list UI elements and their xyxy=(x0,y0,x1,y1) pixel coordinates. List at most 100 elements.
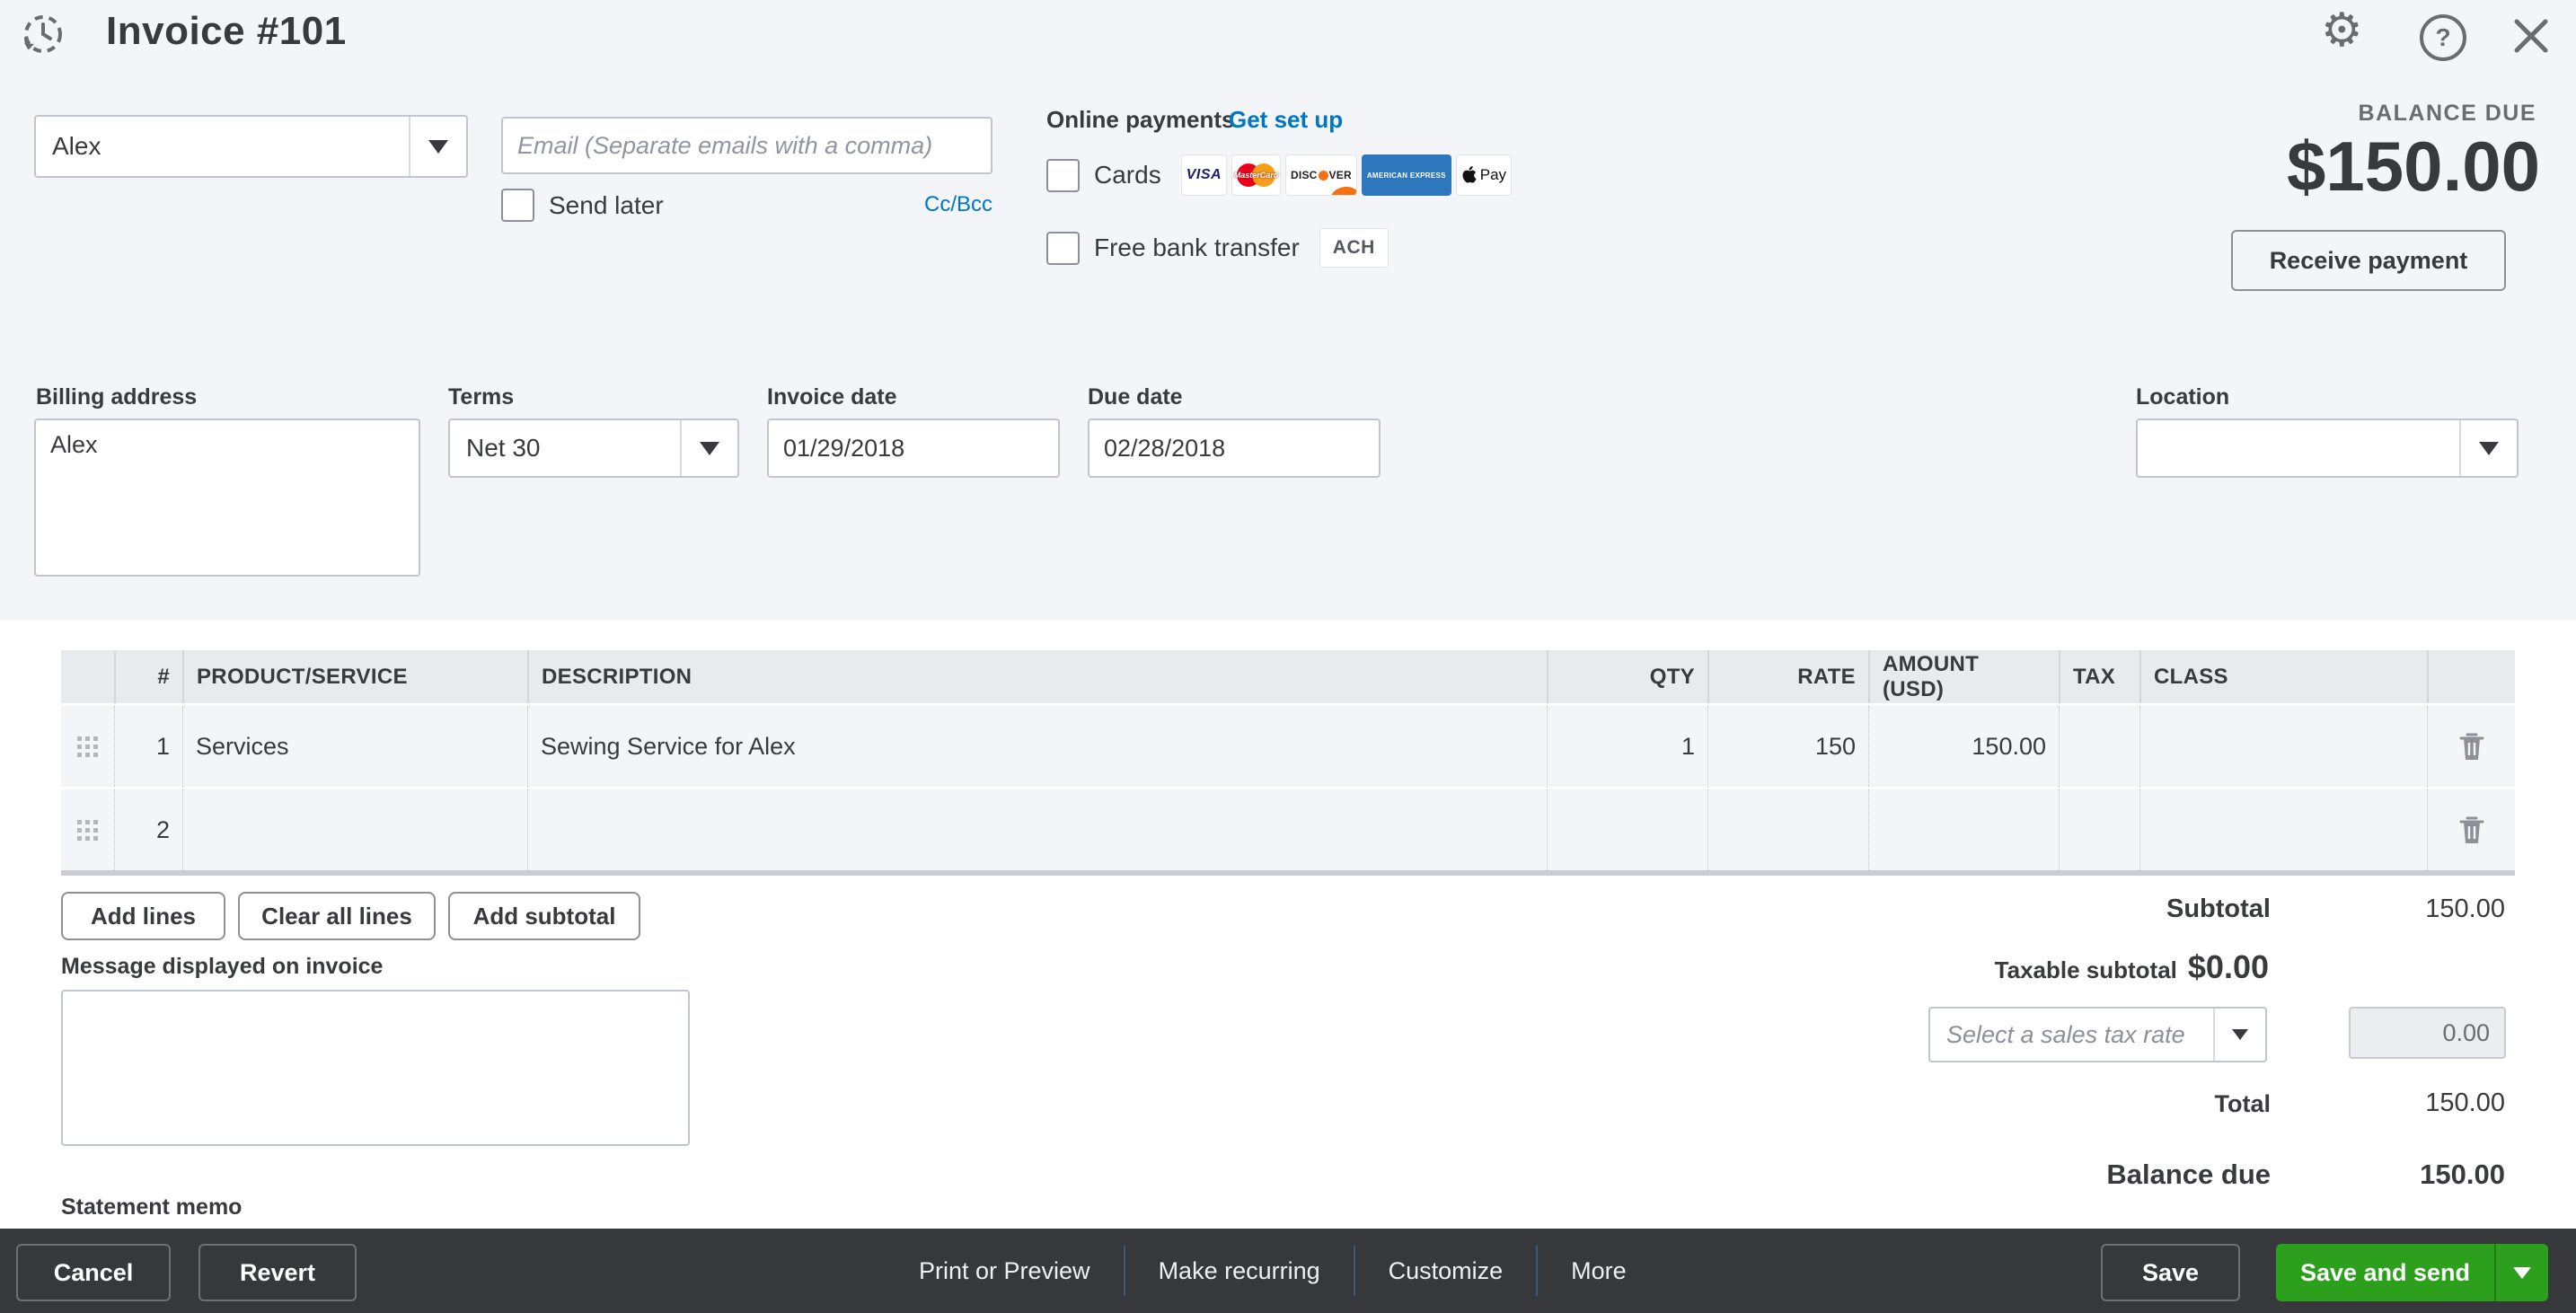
print-or-preview-button[interactable]: Print or Preview xyxy=(886,1257,1124,1285)
ach-badge: ACH xyxy=(1319,228,1389,268)
send-later-label: Send later xyxy=(549,191,664,220)
sales-tax-select[interactable]: Select a sales tax rate xyxy=(1928,1007,2267,1062)
balance-due-caption: BALANCE DUE xyxy=(2359,101,2536,127)
clear-all-lines-button[interactable]: Clear all lines xyxy=(238,892,436,940)
chevron-down-icon[interactable] xyxy=(409,117,466,176)
save-button[interactable]: Save xyxy=(2101,1244,2240,1301)
col-amount: AMOUNT (USD) xyxy=(1868,650,2059,703)
balance-due-amount: $150.00 xyxy=(2287,126,2540,207)
add-lines-button[interactable]: Add lines xyxy=(61,892,225,940)
class-cell[interactable] xyxy=(2139,789,2427,870)
amount-cell[interactable] xyxy=(1868,789,2059,870)
discover-icon: DISCVER xyxy=(1285,154,1357,196)
chevron-down-icon[interactable] xyxy=(2459,420,2517,476)
due-date-field[interactable] xyxy=(1088,419,1381,478)
subtotal-value: 150.00 xyxy=(2425,894,2505,924)
cards-label: Cards xyxy=(1094,161,1161,189)
statement-memo-label: Statement memo xyxy=(61,1194,242,1220)
col-description: DESCRIPTION xyxy=(527,650,1547,703)
mastercard-icon: MasterCard xyxy=(1231,154,1281,196)
sales-tax-select-placeholder: Select a sales tax rate xyxy=(1930,1009,2213,1061)
balance-due-label: Balance due xyxy=(2106,1159,2271,1191)
save-and-send-button[interactable]: Save and send xyxy=(2276,1244,2548,1301)
customer-select[interactable]: Alex xyxy=(34,115,468,178)
col-product: PRODUCT/SERVICE xyxy=(182,650,527,703)
description-cell[interactable] xyxy=(527,789,1547,870)
footer-bar: Cancel Revert Print or Preview Make recu… xyxy=(0,1229,2576,1313)
drag-column-header xyxy=(61,650,114,703)
customer-select-value: Alex xyxy=(36,117,409,176)
table-header-row: # PRODUCT/SERVICE DESCRIPTION QTY RATE A… xyxy=(61,650,2515,703)
row-number: 1 xyxy=(114,706,182,787)
visa-icon: VISA xyxy=(1181,154,1227,196)
description-cell[interactable]: Sewing Service for Alex xyxy=(527,706,1547,787)
ccbcc-link[interactable]: Cc/Bcc xyxy=(924,192,992,217)
taxable-subtotal-row: Taxable subtotal $0.00 xyxy=(1995,948,2269,986)
drag-handle-icon[interactable] xyxy=(61,789,114,870)
cancel-button[interactable]: Cancel xyxy=(16,1244,171,1301)
chevron-down-icon[interactable] xyxy=(680,420,737,476)
recent-transactions-icon[interactable] xyxy=(16,11,66,61)
col-rate: RATE xyxy=(1707,650,1868,703)
total-value: 150.00 xyxy=(2425,1088,2505,1118)
actions-column-header xyxy=(2427,650,2515,703)
amount-cell[interactable]: 150.00 xyxy=(1868,706,2059,787)
amex-icon: AMERICAN EXPRESS xyxy=(1362,154,1451,196)
more-button[interactable]: More xyxy=(1538,1257,1660,1285)
terms-label: Terms xyxy=(448,384,514,410)
add-subtotal-button[interactable]: Add subtotal xyxy=(448,892,640,940)
close-icon[interactable] xyxy=(2511,16,2551,60)
card-brand-icons: VISA MasterCard DISCVER AMERICAN EXPRESS xyxy=(1181,154,1512,196)
qty-cell[interactable] xyxy=(1547,789,1707,870)
save-and-send-label: Save and send xyxy=(2276,1244,2494,1301)
send-later-checkbox[interactable] xyxy=(501,189,534,222)
location-label: Location xyxy=(2136,384,2229,410)
save-options-dropdown[interactable] xyxy=(2494,1244,2548,1301)
terms-select-value: Net 30 xyxy=(450,420,680,476)
get-set-up-link[interactable]: Get set up xyxy=(1229,106,1343,134)
message-field[interactable] xyxy=(61,990,690,1146)
rate-cell[interactable] xyxy=(1707,789,1868,870)
customize-button[interactable]: Customize xyxy=(1355,1257,1537,1285)
col-tax: TAX xyxy=(2059,650,2139,703)
chevron-down-icon[interactable] xyxy=(2213,1009,2265,1061)
trash-icon[interactable] xyxy=(2427,706,2515,787)
location-select-value xyxy=(2138,420,2459,476)
send-later-row: Send later xyxy=(501,189,664,222)
class-cell[interactable] xyxy=(2139,706,2427,787)
col-num: # xyxy=(114,650,182,703)
footer-nav: Print or Preview Make recurring Customiz… xyxy=(886,1229,1660,1313)
row-number: 2 xyxy=(114,789,182,870)
billing-address-field[interactable]: Alex xyxy=(34,419,420,577)
bank-transfer-label: Free bank transfer xyxy=(1094,234,1300,262)
balance-due-value: 150.00 xyxy=(2420,1159,2505,1191)
location-select[interactable] xyxy=(2136,419,2519,478)
col-qty: QTY xyxy=(1547,650,1707,703)
product-cell[interactable]: Services xyxy=(182,706,527,787)
receive-payment-button[interactable]: Receive payment xyxy=(2231,230,2506,291)
table-bottom-border xyxy=(61,870,2515,876)
table-row: 1 Services Sewing Service for Alex 1 150… xyxy=(61,703,2515,787)
total-label: Total xyxy=(2215,1090,2272,1118)
rate-cell[interactable]: 150 xyxy=(1707,706,1868,787)
subtotal-label: Subtotal xyxy=(2166,894,2271,924)
email-field[interactable] xyxy=(501,117,992,174)
invoice-date-field[interactable] xyxy=(767,419,1060,478)
tax-cell[interactable] xyxy=(2059,706,2139,787)
revert-button[interactable]: Revert xyxy=(198,1244,357,1301)
product-cell[interactable] xyxy=(182,789,527,870)
terms-select[interactable]: Net 30 xyxy=(448,419,739,478)
table-row: 2 xyxy=(61,787,2515,870)
message-label: Message displayed on invoice xyxy=(61,954,383,980)
qty-cell[interactable]: 1 xyxy=(1547,706,1707,787)
online-payments-label: Online payments xyxy=(1046,106,1235,134)
cards-checkbox[interactable] xyxy=(1046,159,1080,192)
help-icon[interactable]: ? xyxy=(2420,14,2466,61)
gear-icon[interactable]: ⚙ xyxy=(2321,7,2363,54)
sales-tax-amount-field: 0.00 xyxy=(2349,1007,2506,1059)
drag-handle-icon[interactable] xyxy=(61,706,114,787)
make-recurring-button[interactable]: Make recurring xyxy=(1125,1257,1354,1285)
trash-icon[interactable] xyxy=(2427,789,2515,870)
bank-transfer-checkbox[interactable] xyxy=(1046,232,1080,265)
tax-cell[interactable] xyxy=(2059,789,2139,870)
